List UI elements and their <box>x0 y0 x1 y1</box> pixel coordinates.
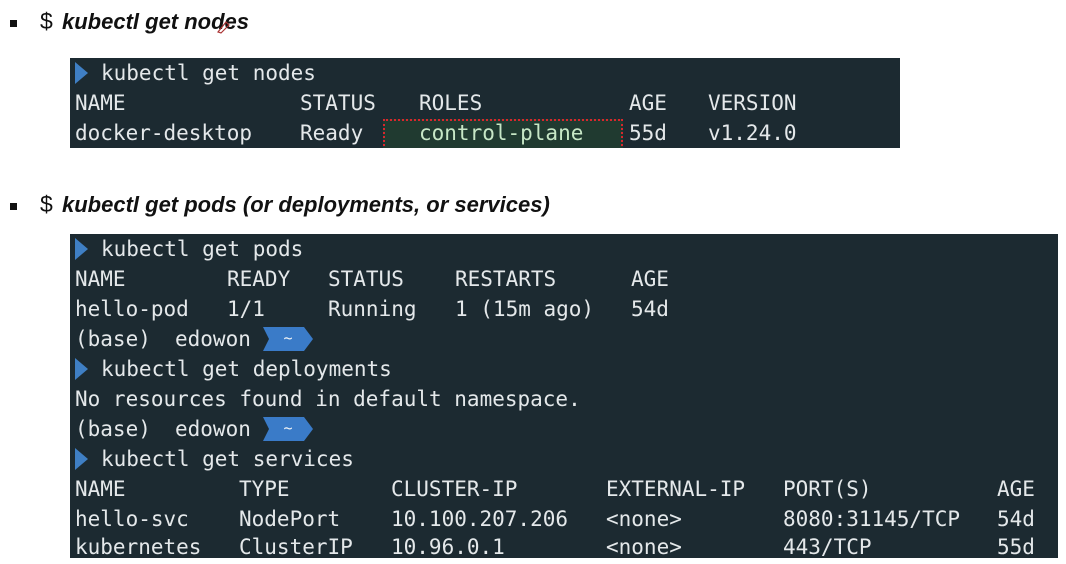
dollar-sign: $ <box>40 191 53 217</box>
terminal-nodes: kubectl get nodes NAME STATUS ROLES AGE … <box>70 58 900 148</box>
shell-prompt: (base) edowon ~ <box>75 414 313 444</box>
terminal-pods: kubectl get pods NAME READY STATUS RESTA… <box>70 234 1058 558</box>
cell-name: kubernetes <box>75 535 202 558</box>
prompt-command: kubectl get deployments <box>101 357 392 381</box>
header-roles: ROLES <box>419 91 483 115</box>
cell-external-ip: <none> <box>606 535 682 558</box>
prompt-dir-badge: ~ <box>263 417 313 441</box>
shell-prompt: (base) edowon ~ <box>75 324 313 354</box>
prompt-line: kubectl get pods <box>75 234 303 264</box>
prompt-arrow-icon <box>75 358 88 380</box>
prompt-user: edowon <box>175 417 251 441</box>
table-row: hello-svc NodePort 10.100.207.206 <none>… <box>75 504 1035 534</box>
dollar-sign: $ <box>40 8 53 34</box>
header-version: VERSION <box>708 91 797 115</box>
table-row: kubernetes ClusterIP 10.96.0.1 <none> 44… <box>75 532 1035 558</box>
prompt-command: kubectl get nodes <box>101 61 316 85</box>
cell-name: hello-pod <box>75 297 189 321</box>
cell-name: hello-svc <box>75 507 189 531</box>
header-cluster-ip: CLUSTER-IP <box>391 477 518 501</box>
cell-name: docker-desktop <box>75 121 253 145</box>
prompt-command: kubectl get pods <box>101 237 304 261</box>
table-header: NAME STATUS ROLES AGE VERSION <box>75 88 797 118</box>
cell-cluster-ip: 10.100.207.206 <box>391 507 569 531</box>
prompt-command: kubectl get services <box>101 447 354 471</box>
bullet-marker <box>10 203 17 210</box>
header-ready: READY <box>227 267 291 291</box>
cell-age: 55d <box>997 535 1035 558</box>
cell-type: ClusterIP <box>239 535 353 558</box>
prompt-arrow-icon <box>75 238 88 260</box>
prompt-env: (base) <box>75 417 151 441</box>
cell-roles: control-plane <box>419 121 584 145</box>
prompt-arrow-icon <box>75 62 88 84</box>
header-age: AGE <box>997 477 1035 501</box>
cell-cluster-ip: 10.96.0.1 <box>391 535 505 558</box>
header-type: TYPE <box>239 477 290 501</box>
table-header: NAME READY STATUS RESTARTS AGE <box>75 264 669 294</box>
cell-restarts: 1 (15m ago) <box>455 297 595 321</box>
table-row: docker-desktop Ready control-plane 55d v… <box>75 118 797 148</box>
cell-age: 55d <box>629 121 667 145</box>
output-line: No resources found in default namespace. <box>75 384 581 414</box>
prompt-line: kubectl get deployments <box>75 354 392 384</box>
header-external-ip: EXTERNAL-IP <box>606 477 746 501</box>
header-age: AGE <box>629 91 667 115</box>
cell-external-ip: <none> <box>606 507 682 531</box>
header-restarts: RESTARTS <box>455 267 557 291</box>
prompt-dir-badge: ~ <box>263 327 313 351</box>
header-name: NAME <box>75 91 126 115</box>
bullet-marker <box>10 20 17 27</box>
table-row: hello-pod 1/1 Running 1 (15m ago) 54d <box>75 294 669 324</box>
cell-status: Ready <box>300 121 364 145</box>
header-status: STATUS <box>328 267 404 291</box>
prompt-env: (base) <box>75 327 151 351</box>
cell-status: Running <box>328 297 417 321</box>
header-name: NAME <box>75 267 126 291</box>
prompt-line: kubectl get nodes <box>75 58 316 88</box>
table-header: NAME TYPE CLUSTER-IP EXTERNAL-IP PORT(S)… <box>75 474 1035 504</box>
cell-ports: 8080:31145/TCP <box>783 507 961 531</box>
header-status: STATUS <box>300 91 376 115</box>
cell-age: 54d <box>997 507 1035 531</box>
header-name: NAME <box>75 477 126 501</box>
cell-version: v1.24.0 <box>708 121 797 145</box>
header-ports: PORT(S) <box>783 477 872 501</box>
cell-type: NodePort <box>239 507 341 531</box>
cell-ready: 1/1 <box>227 297 265 321</box>
deployments-output: No resources found in default namespace. <box>75 387 581 411</box>
command-heading-pods: kubectl get pods (or deployments, or ser… <box>62 192 550 217</box>
prompt-line: kubectl get services <box>75 444 354 474</box>
pen-cursor-icon <box>216 21 230 34</box>
cell-age: 54d <box>631 297 669 321</box>
prompt-user: edowon <box>175 327 251 351</box>
header-age: AGE <box>631 267 669 291</box>
prompt-arrow-icon <box>75 448 88 470</box>
cell-ports: 443/TCP <box>783 535 872 558</box>
